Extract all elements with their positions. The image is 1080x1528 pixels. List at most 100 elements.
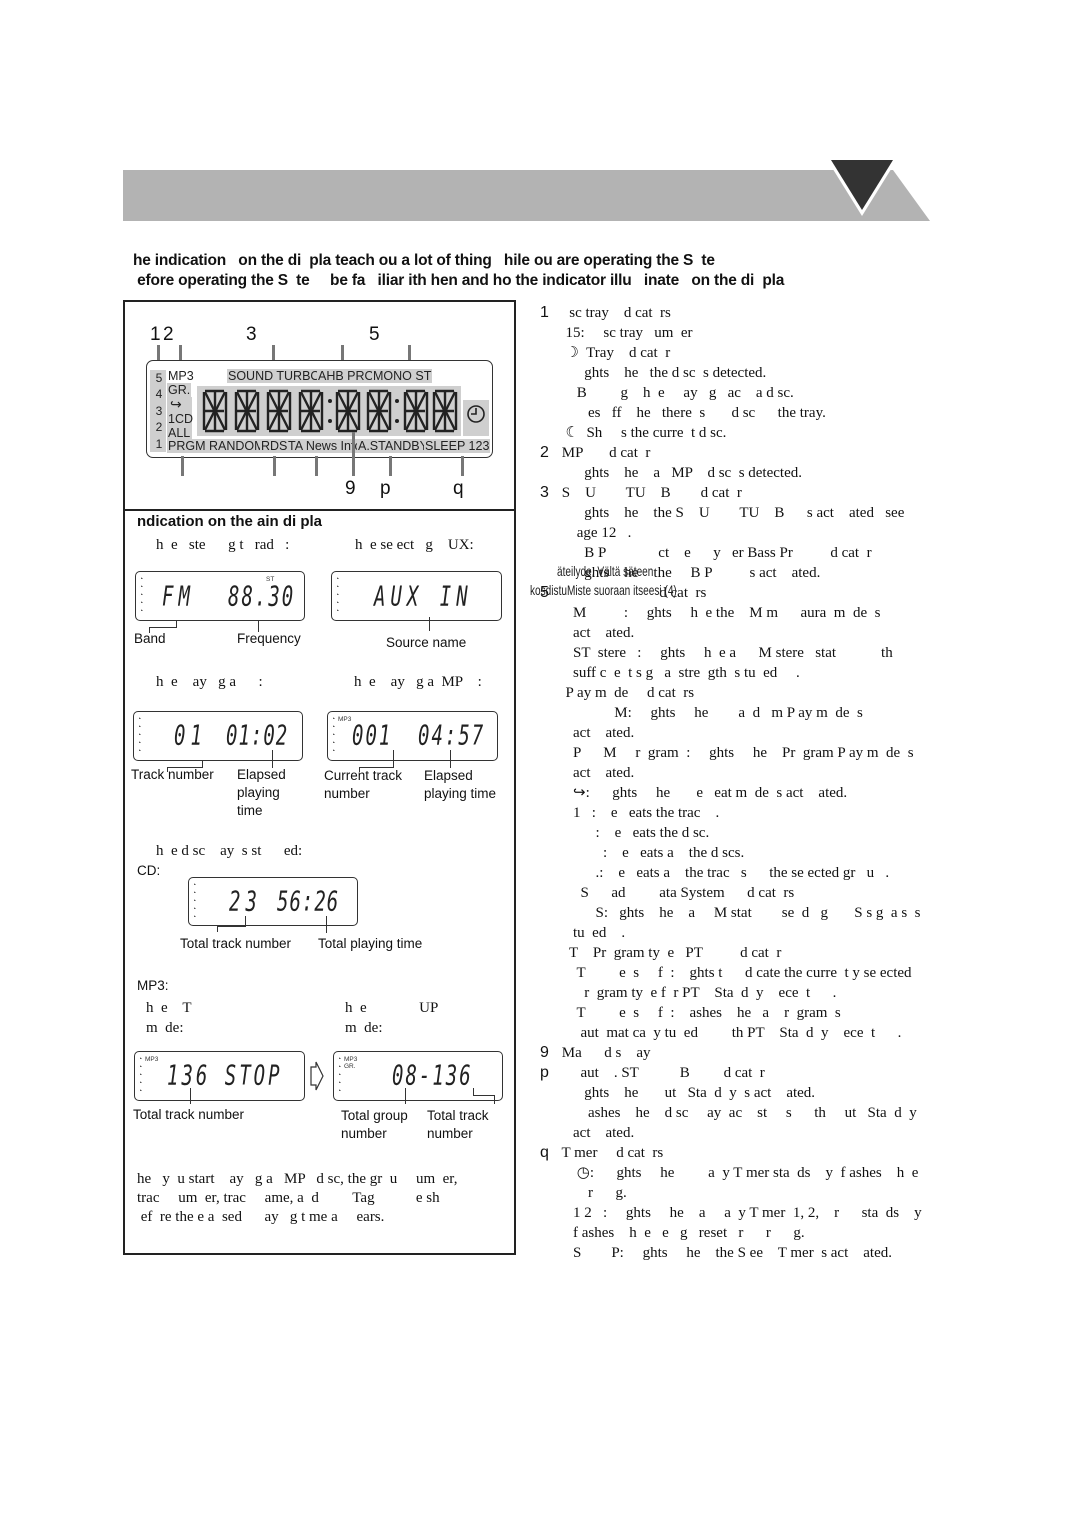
radio-caption: h e ste g t rad : — [156, 537, 290, 553]
description-line: act ated. — [540, 763, 940, 783]
disc-icons: ◔ ◔ ◔ ◔ ◔ — [192, 882, 197, 921]
cd-label: CD: — [137, 863, 161, 878]
description-number: 2 — [540, 444, 549, 461]
segment-digit — [298, 389, 324, 433]
track-number-value: 01 — [174, 720, 207, 752]
aux-lcd: ◔ ◔ ◔ ◔ ◔ AUX IN — [331, 571, 502, 621]
mp3-indicator: MP3 — [338, 716, 352, 723]
description-text: : e eats the d sc. — [558, 825, 710, 841]
callout-3: 3 — [246, 324, 257, 345]
description-line: 1 : e eats the trac . — [540, 803, 940, 823]
callout-tick — [389, 456, 392, 476]
section-header-band — [123, 170, 930, 221]
sleep-timer-indicator: SLEEP 123 — [424, 439, 491, 453]
description-line: S P: ghts he the S ee T mer s act ated. — [540, 1243, 940, 1263]
description-line: S: ghts he a M stat se d g S s g a s s — [540, 903, 940, 923]
description-line: act ated. — [540, 723, 940, 743]
disc-icons: ◔ ◔ ◔ ◔ ◔ — [137, 716, 142, 755]
mp3-play-lcd: ◔ ◔ ◔ ◔ ◔ MP3 001 04:57 — [327, 711, 498, 761]
description-line: p aut . ST B d cat r — [540, 1063, 940, 1083]
disc-1-icon: 1 — [155, 436, 163, 451]
callout-tick — [461, 456, 464, 476]
description-line: : e eats the d sc. — [540, 823, 940, 843]
callout-tick — [352, 432, 355, 476]
indicator-descriptions: 1 sc tray d cat rs 15: sc tray um er ☽ T… — [540, 303, 940, 1263]
radio-lcd: ◔ ◔ ◔ ◔ ◔ ST FM 88.30 — [135, 571, 305, 621]
header-band-graphic — [123, 170, 930, 221]
rds-indicator: RDS — [260, 439, 289, 453]
segment-digit — [403, 389, 429, 433]
description-text: P ay m de d cat rs — [558, 685, 695, 701]
description-text: sc tray d cat rs — [558, 305, 671, 321]
total-tracks-value: 23 — [229, 886, 262, 918]
total-track-label: Total track number — [427, 1108, 489, 1141]
indications-title: ndication on the ain di pla — [137, 513, 323, 530]
description-line: ashes he d sc ay ac st s th ut Sta d y — [540, 1103, 940, 1123]
description-line: T e s f : ashes he a r gram s — [540, 1003, 940, 1023]
description-text: S: ghts he a M stat se d g S s g a s s — [558, 905, 921, 921]
current-track-value: 001 — [352, 720, 393, 752]
band-label: Band — [134, 631, 166, 646]
description-text: aut . ST B d cat r — [558, 1065, 765, 1081]
mono-st-indicator: MONO ST — [372, 369, 433, 383]
description-text: M: ghts he a d m P ay m de s — [558, 705, 863, 721]
leader-line — [217, 926, 246, 932]
leader-line — [190, 1088, 191, 1104]
track-number-label: Track number — [131, 767, 214, 782]
description-text: : e eats a the d scs. — [558, 845, 745, 861]
description-line: P ay m de d cat rs — [540, 683, 940, 703]
description-text: suff c e t s g a stre gth s tu ed . — [558, 665, 800, 681]
description-number: 9 — [540, 1044, 549, 1061]
description-text: T e s f : ashes he a r gram s — [558, 1005, 841, 1021]
description-line: ST stere : ghts h e a M stere stat th — [540, 643, 940, 663]
description-text: S P: ghts he the S ee T mer s act ated. — [558, 1245, 892, 1261]
description-line: 15: sc tray um er — [540, 323, 940, 343]
frequency-label: Frequency — [237, 631, 301, 646]
description-line: aut mat ca y tu ed th PT Sta d y ece t . — [540, 1023, 940, 1043]
prgm-random-indicator: PRGM RANDOM — [167, 439, 266, 453]
description-text: Ma d s ay — [558, 1045, 651, 1061]
description-text: ghts he a MP d sc s detected. — [558, 465, 802, 481]
description-text: r gram ty e f r PT Sta d y ece t . — [558, 985, 837, 1001]
description-text: tu ed . — [558, 925, 626, 941]
description-text: act ated. — [558, 765, 635, 781]
description-text: T mer d cat rs — [558, 1145, 664, 1161]
segment-digits-graphic — [202, 389, 458, 433]
description-line: ◷: ghts he a y T mer sta ds y f ashes h … — [540, 1163, 940, 1183]
ahb-pro-indicator: AHB PRO — [317, 369, 376, 383]
disc-3-icon: 3 — [155, 403, 163, 418]
description-text: 1 2 : ghts he a a y T mer 1, 2, r sta ds… — [558, 1205, 922, 1221]
callout-tick — [315, 456, 318, 476]
description-line: suff c e t s g a stre gth s tu ed . — [540, 663, 940, 683]
segment-digit — [266, 389, 292, 433]
callout-q: q — [453, 478, 464, 499]
cd-play-lcd: ◔ ◔ ◔ ◔ ◔ 01 01:02 — [133, 711, 303, 761]
description-line: es ff he there s d sc the tray. — [540, 403, 940, 423]
description-line: T e s f : ghts t d cate the curre t y se… — [540, 963, 940, 983]
disc-2-icon: 2 — [155, 420, 163, 435]
elapsed-time-value: 04:57 — [418, 720, 486, 752]
description-line: ☽ Tray d cat r — [540, 343, 940, 363]
leader-line — [405, 1088, 406, 1104]
colon-dot — [395, 399, 399, 403]
elapsed-time-label: Elapsed playing time — [237, 767, 286, 818]
description-line: 2 MP d cat r — [540, 443, 940, 463]
group-indicator: GR. — [167, 383, 192, 397]
track-mode-value: 136 STOP — [167, 1060, 283, 1092]
description-line: .: e eats a the trac s the se ected gr u… — [540, 863, 940, 883]
mp3-track-mode-lcd: ◔ ◔ ◔ ◔ ◔ MP3 136 STOP — [134, 1051, 305, 1101]
total-time-label: Total playing time — [318, 936, 423, 951]
callout-5: 5 — [369, 324, 380, 345]
description-text: es ff he there s d sc the tray. — [558, 405, 826, 421]
description-text: ghts he the S U TU B s act ated see — [558, 505, 905, 521]
track-mode-caption: h e T m de: — [146, 1000, 192, 1036]
arrow-right-icon — [310, 1061, 324, 1091]
description-line: r g. — [540, 1183, 940, 1203]
sound-turbo-indicator: SOUND TURBO — [227, 369, 322, 383]
disc-numbers: 5 4 3 2 1 — [151, 370, 167, 452]
description-text: P M r gram : ghts he Pr gram P ay m de s — [558, 745, 914, 761]
description-line: act ated. — [540, 1123, 940, 1143]
description-text: r g. — [558, 1185, 627, 1201]
description-text: ◷: ghts he a y T mer sta ds y f ashes h … — [558, 1165, 919, 1181]
description-text: ☽ Tray d cat r — [558, 345, 671, 361]
